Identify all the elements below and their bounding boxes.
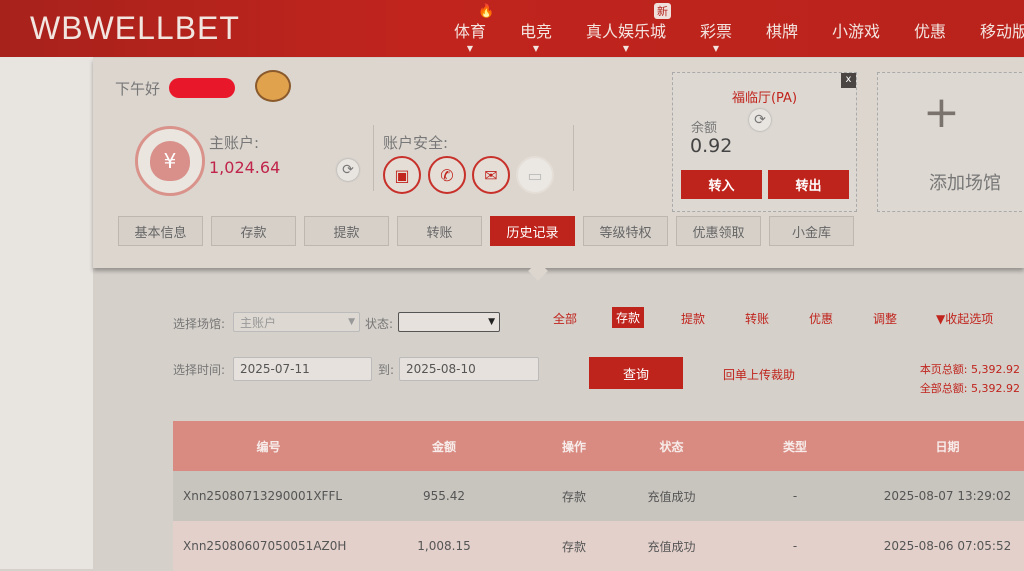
receipt-upload-link[interactable]: 回单上传裁助 xyxy=(723,366,795,383)
avatar xyxy=(255,70,291,102)
time-label: 选择时间: xyxy=(173,363,226,377)
venue-card: 福临厅(PA) x ⟳ 余额 0.92 转入 转出 xyxy=(672,72,857,212)
col-id: 编号 xyxy=(173,421,364,471)
date-to-input[interactable]: 2025-08-10 xyxy=(399,357,539,381)
tab-transfer[interactable]: 转账 xyxy=(397,216,482,246)
nav-esports[interactable]: 电竞 ▼ xyxy=(520,18,553,53)
cell-amount: 955.42 xyxy=(364,471,524,521)
nav-promotions[interactable]: 优惠 xyxy=(914,18,946,42)
add-venue-label: 添加场馆 xyxy=(929,173,1001,194)
date-from-input[interactable]: 2025-07-11 xyxy=(233,357,372,381)
table-header: 编号 金额 操作 状态 类型 日期 xyxy=(173,421,1024,471)
tab-deposit[interactable]: 存款 xyxy=(211,216,296,246)
col-amount: 金额 xyxy=(364,421,524,471)
nav-mini-games[interactable]: 小游戏 xyxy=(832,18,880,42)
tab-vault[interactable]: 小金库 xyxy=(769,216,854,246)
status-label: 状态: xyxy=(365,317,394,331)
cell-date: 2025-08-06 07:05:52 xyxy=(871,521,1024,571)
status-select[interactable]: ▼ xyxy=(398,312,500,332)
cell-id: Xnn25080607050051AZ0H xyxy=(173,521,364,571)
main-balance: 1,024.64 xyxy=(209,158,281,177)
id-card-icon[interactable]: ▣ xyxy=(383,156,421,194)
new-badge: 新 xyxy=(654,3,671,19)
nav-label: 体育 xyxy=(454,22,487,41)
cell-date: 2025-08-07 13:29:02 xyxy=(871,471,1024,521)
query-button[interactable]: 查询 xyxy=(589,357,683,389)
venue-select-value: 主账户 xyxy=(240,315,277,330)
filter-deposit[interactable]: 存款 xyxy=(612,307,645,328)
col-date: 日期 xyxy=(871,421,1024,471)
security-label: 账户安全: xyxy=(383,134,449,152)
caret-down-icon: ▼ xyxy=(622,44,630,53)
nav-label: 真人娱乐城 xyxy=(586,22,667,41)
nav-sports[interactable]: 体育 ▼ 🔥 xyxy=(454,4,494,53)
cell-operation: 存款 xyxy=(524,521,624,571)
tab-basic-info[interactable]: 基本信息 xyxy=(118,216,203,246)
filter-all[interactable]: 全部 xyxy=(553,310,577,327)
table-row: Xnn25080607050051AZ0H 1,008.15 存款 充值成功 -… xyxy=(173,521,1024,571)
transfer-out-button[interactable]: 转出 xyxy=(768,170,849,199)
col-operation: 操作 xyxy=(524,421,624,471)
all-total: 全部总额: 5,392.92 xyxy=(919,382,1020,395)
money-bag-icon: ¥ xyxy=(135,126,205,196)
balance-label: 余额 xyxy=(691,121,718,136)
greeting: 下午好 xyxy=(115,80,161,98)
nav-label: 电竞 xyxy=(520,22,553,41)
caret-down-icon: ▼ xyxy=(712,44,720,53)
col-status: 状态 xyxy=(624,421,719,471)
divider xyxy=(573,125,574,191)
to-label: 到: xyxy=(378,363,395,377)
col-type: 类型 xyxy=(719,421,871,471)
nav-lottery[interactable]: 彩票 ▼ xyxy=(700,18,733,53)
plus-icon: + xyxy=(923,87,960,138)
nav-mobile[interactable]: 移动版 xyxy=(980,18,1024,42)
nav-chess[interactable]: 棋牌 xyxy=(766,18,798,42)
close-icon[interactable]: x xyxy=(841,73,856,88)
filter-promo[interactable]: 优惠 xyxy=(809,310,833,327)
refresh-icon[interactable]: ⟳ xyxy=(337,159,359,181)
caret-down-icon: ▼ xyxy=(466,44,474,53)
chevron-down-icon: ▼ xyxy=(488,317,495,327)
cell-type: - xyxy=(719,471,871,521)
tab-promo-claim[interactable]: 优惠领取 xyxy=(676,216,761,246)
venue-balance: 0.92 xyxy=(690,135,733,157)
redacted-username xyxy=(169,78,235,98)
filter-transfer[interactable]: 转账 xyxy=(745,310,769,327)
refresh-icon[interactable]: ⟳ xyxy=(749,109,771,131)
caret-down-icon: ▼ xyxy=(532,44,540,53)
logo[interactable]: WBWELLBET xyxy=(30,10,240,47)
main-account-label: 主账户: xyxy=(209,134,260,152)
tab-vip-privileges[interactable]: 等级特权 xyxy=(583,216,668,246)
cell-operation: 存款 xyxy=(524,471,624,521)
nav-live-casino[interactable]: 真人娱乐城 ▼ xyxy=(586,18,667,53)
top-header: WBWELLBET 体育 ▼ 🔥 电竞 ▼ 真人娱乐城 ▼ 新 彩票 ▼ 棋牌 小游戏 优… xyxy=(0,0,1024,57)
collapse-options-link[interactable]: ▼收起选项 xyxy=(936,310,993,327)
venue-select-label: 选择场馆: xyxy=(173,317,226,331)
tab-withdraw[interactable]: 提款 xyxy=(304,216,389,246)
venue-name: 福临厅(PA) xyxy=(731,91,798,106)
cell-amount: 1,008.15 xyxy=(364,521,524,571)
page-total: 本页总额: 5,392.92 xyxy=(919,363,1020,376)
email-icon[interactable]: ✉ xyxy=(472,156,510,194)
filter-withdraw[interactable]: 提款 xyxy=(681,310,705,327)
add-venue-button[interactable]: + 添加场馆 xyxy=(877,72,1024,212)
chevron-down-icon: ▼ xyxy=(348,317,355,327)
divider xyxy=(373,125,374,191)
history-table: 编号 金额 操作 状态 类型 日期 Xnn25080713290001XFFL … xyxy=(173,421,1024,571)
cell-status: 充值成功 xyxy=(624,521,719,571)
transfer-in-button[interactable]: 转入 xyxy=(681,170,762,199)
venue-select[interactable]: 主账户 ▼ xyxy=(233,312,360,332)
nav-label: 彩票 xyxy=(700,22,733,41)
cell-type: - xyxy=(719,521,871,571)
table-row: Xnn25080713290001XFFL 955.42 存款 充值成功 - 2… xyxy=(173,471,1024,521)
tab-history[interactable]: 历史记录 xyxy=(490,216,575,246)
account-panel: 下午好 ¥ 主账户: 1,024.64 ⟳ 账户安全: ▣ ✆ ✉ ▭ 基本信息… xyxy=(93,58,1024,268)
left-margin xyxy=(0,57,93,569)
bank-card-icon[interactable]: ▭ xyxy=(516,156,554,194)
cell-status: 充值成功 xyxy=(624,471,719,521)
fire-icon: 🔥 xyxy=(478,4,495,19)
sms-phone-icon[interactable]: ✆ xyxy=(428,156,466,194)
cell-id: Xnn25080713290001XFFL xyxy=(173,471,364,521)
filter-adjust[interactable]: 调整 xyxy=(873,310,897,327)
